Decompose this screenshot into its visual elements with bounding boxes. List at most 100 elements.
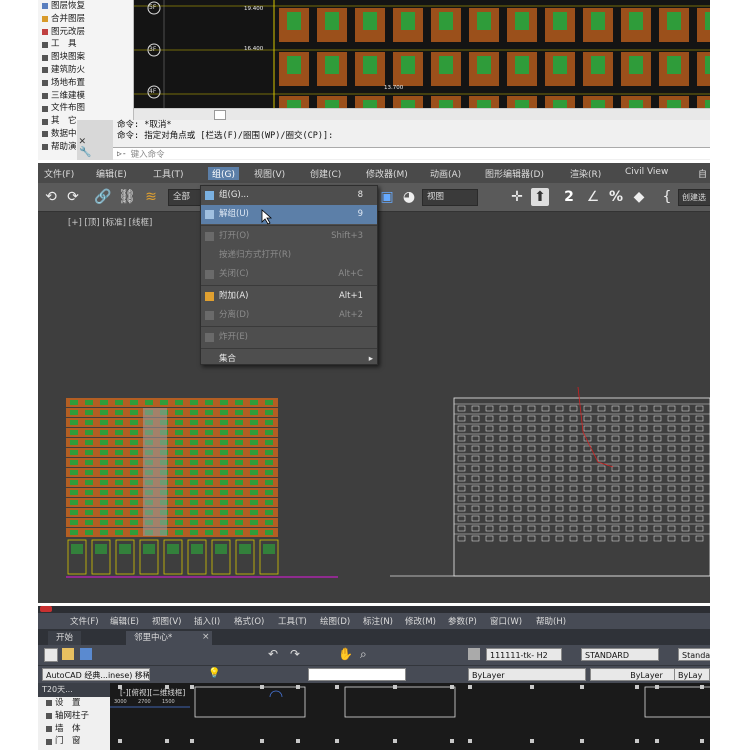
menu-edit[interactable]: 编辑(E) bbox=[110, 615, 139, 627]
menu-item-group[interactable]: 组(G)... 8 bbox=[201, 186, 377, 205]
layer-properties-icon[interactable] bbox=[468, 648, 480, 660]
undo-icon[interactable]: ⟲ bbox=[42, 188, 60, 206]
menu-file[interactable]: 文件(F) bbox=[44, 167, 74, 180]
drawing-canvas[interactable]: 5F 3F 4F 19.400 16.400 13.700 bbox=[134, 0, 710, 108]
menu-edit[interactable]: 编辑(E) bbox=[96, 167, 127, 180]
menu-separator bbox=[201, 326, 377, 327]
menu-more[interactable]: 自 bbox=[698, 167, 707, 180]
workspace-combo[interactable]: AutoCAD 经典...inese) 移稀 bbox=[42, 668, 150, 681]
selection-filter-combo[interactable]: 全部 bbox=[168, 189, 204, 206]
horizontal-scrollbar[interactable] bbox=[134, 108, 710, 120]
select-icon[interactable]: ▣ bbox=[378, 188, 396, 206]
dim-style-combo[interactable]: Standar bbox=[678, 648, 710, 661]
redo-icon[interactable]: ↷ bbox=[290, 647, 300, 661]
menu-insert[interactable]: 插入(I) bbox=[194, 615, 220, 627]
window bbox=[485, 455, 494, 462]
zoom-icon[interactable]: ⌕ bbox=[360, 647, 367, 662]
bind-spacewarp-icon[interactable]: ≋ bbox=[142, 188, 160, 206]
unlink-icon[interactable]: ⛓ bbox=[118, 188, 136, 206]
menu-window[interactable]: 窗口(W) bbox=[490, 615, 522, 627]
open-file-icon[interactable] bbox=[62, 648, 74, 660]
color-combo[interactable]: ByLayer bbox=[468, 668, 586, 681]
layer-combo[interactable]: 111111-tk- H2 bbox=[486, 648, 562, 661]
percent-snap-icon[interactable]: % bbox=[607, 188, 625, 206]
window bbox=[457, 465, 466, 472]
window bbox=[457, 445, 466, 452]
sidebar-item[interactable]: 门 窗 bbox=[38, 735, 110, 748]
tab-start[interactable]: 开始 bbox=[48, 631, 82, 645]
command-input[interactable]: ▷- 键入命令 bbox=[113, 147, 710, 160]
sidebar-item[interactable]: 图元改层 bbox=[38, 26, 133, 39]
sidebar-item[interactable]: 工 具 bbox=[38, 38, 133, 51]
link-icon[interactable]: 🔗 bbox=[94, 188, 112, 206]
window bbox=[681, 465, 690, 472]
sidebar-item[interactable]: 三维建模 bbox=[38, 90, 133, 103]
sidebar-item[interactable]: 场地布置 bbox=[38, 77, 133, 90]
window bbox=[569, 515, 578, 522]
sidebar-item[interactable]: 墙 体 bbox=[38, 723, 110, 736]
menu-item-ungroup[interactable]: 解组(U) 9 bbox=[201, 205, 377, 224]
new-file-icon[interactable] bbox=[44, 648, 58, 662]
menu-graph-editors[interactable]: 图形编辑器(D) bbox=[485, 167, 544, 180]
window bbox=[100, 450, 108, 455]
tab-drawing[interactable]: 邻里中心* bbox=[126, 631, 212, 645]
menu-format[interactable]: 格式(O) bbox=[234, 615, 264, 627]
window bbox=[513, 405, 522, 412]
menu-item-attach[interactable]: 附加(A) Alt+1 bbox=[201, 287, 377, 306]
menu-create[interactable]: 创建(C) bbox=[310, 167, 341, 180]
angle-snap-icon[interactable]: ∠ bbox=[584, 188, 602, 206]
menu-rendering[interactable]: 渲染(R) bbox=[570, 167, 601, 180]
window bbox=[555, 485, 564, 492]
menu-group[interactable]: 组(G) bbox=[208, 167, 239, 180]
close-tab-icon[interactable]: × bbox=[202, 632, 210, 642]
menu-tools[interactable]: 工具(T) bbox=[153, 167, 184, 180]
close-icon[interactable]: ✕ bbox=[79, 134, 86, 147]
sidebar-item[interactable]: 合并图层 bbox=[38, 13, 133, 26]
menu-draw[interactable]: 绘图(D) bbox=[320, 615, 350, 627]
sidebar-item[interactable]: 图块图案 bbox=[38, 51, 133, 64]
sidebar-item[interactable]: 文件布图 bbox=[38, 102, 133, 115]
redo-icon[interactable]: ⟳ bbox=[64, 188, 82, 206]
window bbox=[527, 495, 536, 502]
window bbox=[70, 400, 78, 405]
sidebar-item[interactable]: 建筑防火 bbox=[38, 64, 133, 77]
reference-coordinate-combo[interactable]: 视图 bbox=[422, 189, 478, 206]
window bbox=[653, 455, 662, 462]
snaps-toggle-icon[interactable]: 2 bbox=[560, 188, 578, 206]
menu-tools[interactable]: 工具(T) bbox=[278, 615, 307, 627]
edit-named-selection-icon[interactable]: { bbox=[658, 188, 676, 206]
save-icon[interactable] bbox=[80, 648, 92, 660]
menu-modify[interactable]: 修改(M) bbox=[405, 615, 436, 627]
create-selection-set-combo[interactable]: 创建选 bbox=[678, 189, 710, 206]
menu-parametric[interactable]: 参数(P) bbox=[448, 615, 477, 627]
lightbulb-icon[interactable]: 💡 bbox=[208, 668, 220, 679]
drawing-canvas[interactable]: [-][俯视][二维线框] 3000 2700 1500 bbox=[110, 683, 710, 750]
scroll-thumb[interactable] bbox=[214, 110, 226, 120]
menu-civil-view[interactable]: Civil View bbox=[625, 167, 668, 177]
menu-animation[interactable]: 动画(A) bbox=[430, 167, 461, 180]
menu-item-assembly[interactable]: 集合 ▸ bbox=[201, 350, 377, 369]
menu-modifiers[interactable]: 修改器(M) bbox=[366, 167, 408, 180]
spinner-snap-icon[interactable]: ◆ bbox=[630, 188, 648, 206]
layer-state-combo[interactable] bbox=[308, 668, 406, 681]
lineweight-combo[interactable]: ByLay bbox=[674, 668, 710, 681]
window bbox=[625, 415, 634, 422]
undo-icon[interactable]: ↶ bbox=[268, 647, 278, 661]
sidebar-item[interactable]: 图层恢复 bbox=[38, 0, 133, 13]
pan-icon[interactable]: ✋ bbox=[338, 647, 353, 661]
move-icon[interactable]: ✛ bbox=[508, 188, 526, 206]
menu-help[interactable]: 帮助(H) bbox=[536, 615, 566, 627]
wrench-icon[interactable]: 🔧 bbox=[79, 147, 91, 158]
sidebar-item[interactable]: 设 置 bbox=[38, 697, 110, 710]
title-strip bbox=[38, 606, 710, 613]
menu-view[interactable]: 视图(V) bbox=[254, 167, 285, 180]
autocad-logo-icon[interactable] bbox=[40, 606, 52, 612]
menu-dimension[interactable]: 标注(N) bbox=[363, 615, 393, 627]
snap-icon[interactable]: ⬆ bbox=[531, 188, 549, 206]
menu-file[interactable]: 文件(F) bbox=[70, 615, 99, 627]
render-teapot-icon[interactable]: ◕ bbox=[400, 188, 418, 206]
column bbox=[468, 739, 472, 743]
menu-view[interactable]: 视图(V) bbox=[152, 615, 181, 627]
sidebar-item[interactable]: 轴网柱子 bbox=[38, 710, 110, 723]
text-style-combo[interactable]: STANDARD bbox=[581, 648, 659, 661]
